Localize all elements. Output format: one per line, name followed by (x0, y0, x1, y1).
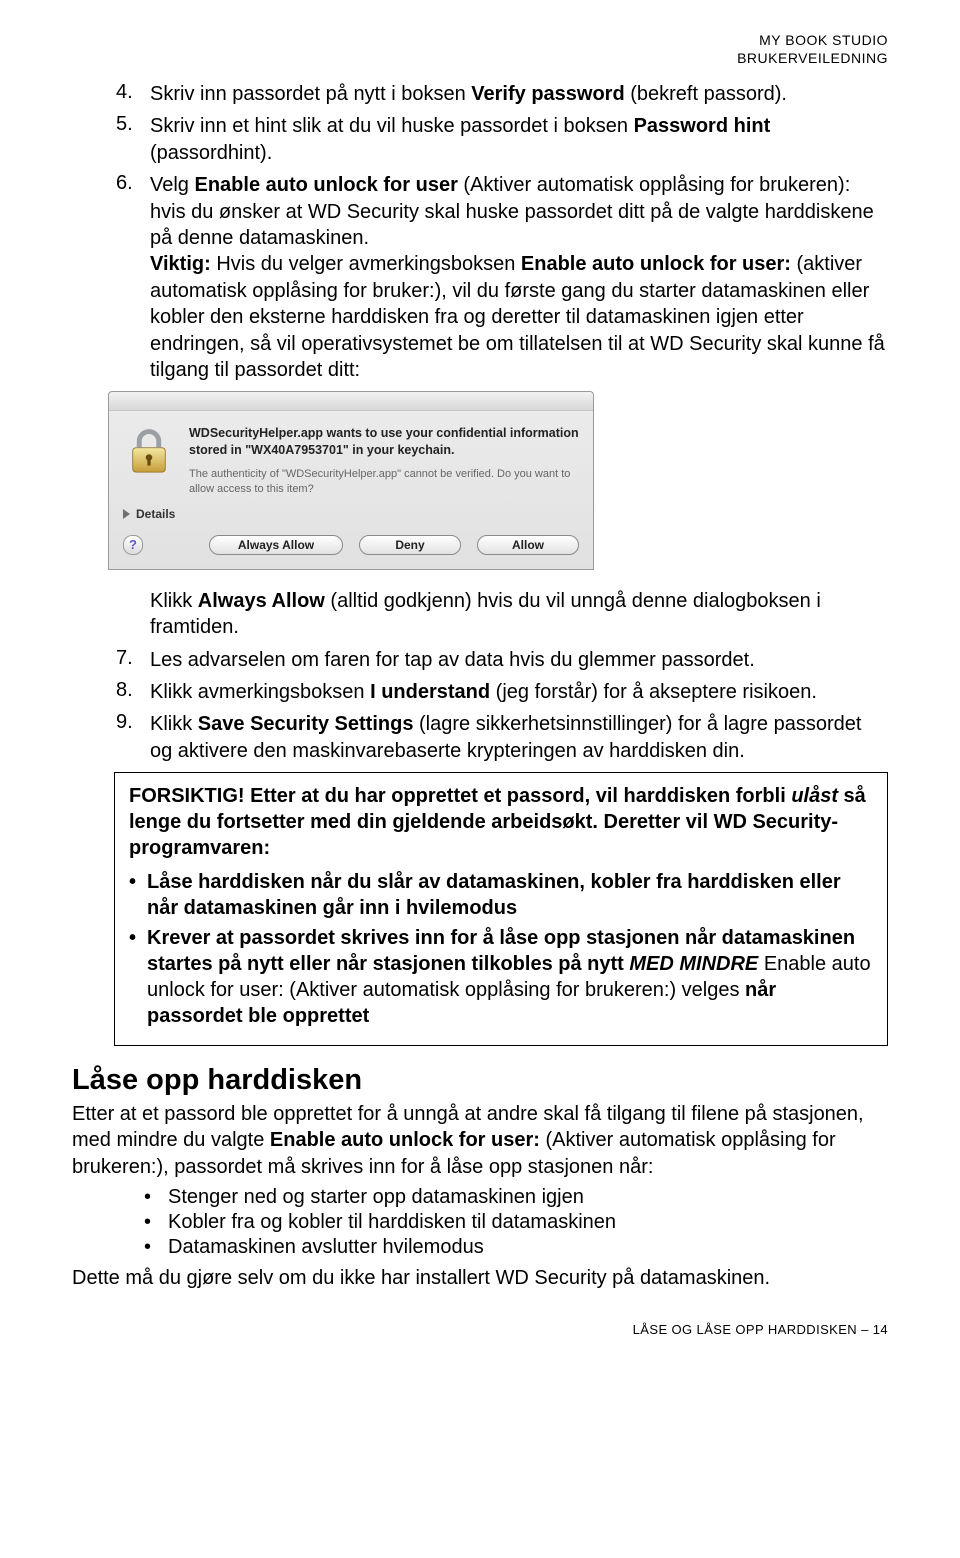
dialog-body: WDSecurityHelper.app wants to use your c… (109, 411, 593, 496)
caution-lead: FORSIKTIG! Etter at du har opprettet et … (129, 783, 873, 861)
step-text: Les advarselen om faren for tap av data … (150, 647, 755, 673)
text-part: Skriv inn et hint slik at du vil huske p… (150, 115, 634, 137)
important-label: Viktig: (150, 253, 211, 275)
bullet-dot: • (144, 1186, 168, 1209)
dialog-subtitle: The authenticity of "WDSecurityHelper.ap… (189, 467, 579, 497)
text-part: Hvis du velger avmerkingsboksen (211, 253, 521, 275)
button-row: Always Allow Deny Allow (209, 535, 579, 555)
deny-button[interactable]: Deny (359, 535, 461, 555)
allow-button[interactable]: Allow (477, 535, 579, 555)
step-8: 8. Klikk avmerkingsboksen I understand (… (116, 679, 888, 705)
step-number: 6. (116, 172, 150, 383)
always-allow-button[interactable]: Always Allow (209, 535, 343, 555)
text-part: Låse harddisken når du slår av datamaski… (147, 871, 841, 919)
dialog-buttons-row: ? Always Allow Deny Allow (109, 535, 593, 569)
bullet-text: Krever at passordet skrives inn for å lå… (147, 925, 873, 1029)
document-page: MY BOOK STUDIO BRUKERVEILEDNING 4. Skriv… (0, 0, 960, 1558)
step-6: 6. Velg Enable auto unlock for user (Akt… (116, 172, 888, 383)
text-part: Skriv inn passordet på nytt i boksen (150, 83, 471, 105)
step-text: Klikk Save Security Settings (lagre sikk… (150, 711, 888, 764)
bullet-dot: • (144, 1211, 168, 1234)
bullet-dot: • (129, 925, 147, 1029)
steps-list: 4. Skriv inn passordet på nytt i boksen … (116, 81, 888, 383)
lock-icon (123, 425, 175, 477)
header-line-2: BRUKERVEILEDNING (72, 50, 888, 68)
bullet-dot: • (129, 869, 147, 921)
document-header: MY BOOK STUDIO BRUKERVEILEDNING (72, 32, 888, 67)
step-text: Velg Enable auto unlock for user (Aktive… (150, 172, 888, 383)
step-number: 8. (116, 679, 150, 705)
text-part: Klikk (150, 713, 198, 735)
keychain-dialog-wrap: WDSecurityHelper.app wants to use your c… (108, 391, 888, 569)
bold-term: Password hint (634, 115, 771, 137)
bullet-text: Datamaskinen avslutter hvilemodus (168, 1236, 484, 1259)
list-item: •Kobler fra og kobler til harddisken til… (144, 1211, 888, 1234)
page-footer: LÅSE OG LÅSE OPP HARDDISKEN – 14 (72, 1322, 888, 1337)
after-dialog-text: Klikk Always Allow (alltid godkjenn) hvi… (150, 588, 888, 641)
section-bullets: •Stenger ned og starter opp datamaskinen… (72, 1186, 888, 1259)
text-part: (bekreft passord). (625, 83, 787, 105)
step-number: 9. (116, 711, 150, 764)
bold-term: Enable auto unlock for user: (521, 253, 791, 275)
step-number: 4. (116, 81, 150, 107)
disclosure-triangle-icon[interactable] (123, 509, 130, 519)
step-7: 7. Les advarselen om faren for tap av da… (116, 647, 888, 673)
caution-bullets: • Låse harddisken når du slår av datamas… (129, 869, 873, 1029)
list-item: •Stenger ned og starter opp datamaskinen… (144, 1186, 888, 1209)
step-9: 9. Klikk Save Security Settings (lagre s… (116, 711, 888, 764)
bold-term: Save Security Settings (198, 713, 414, 735)
caution-box: FORSIKTIG! Etter at du har opprettet et … (114, 772, 888, 1046)
steps-list-cont: 7. Les advarselen om faren for tap av da… (116, 647, 888, 765)
list-item: •Datamaskinen avslutter hvilemodus (144, 1236, 888, 1259)
step-text: Skriv inn passordet på nytt i boksen Ver… (150, 81, 787, 107)
dialog-titlebar (109, 392, 593, 411)
dialog-title: WDSecurityHelper.app wants to use your c… (189, 425, 579, 459)
bullet-text: Kobler fra og kobler til harddisken til … (168, 1211, 616, 1234)
bullet-dot: • (144, 1236, 168, 1259)
caution-bullet-1: • Låse harddisken når du slår av datamas… (129, 869, 873, 921)
step-number: 5. (116, 113, 150, 166)
dialog-lower: Details (109, 497, 593, 535)
caution-bullet-2: • Krever at passordet skrives inn for å … (129, 925, 873, 1029)
step-text: Klikk avmerkingsboksen I understand (jeg… (150, 679, 817, 705)
dialog-message: WDSecurityHelper.app wants to use your c… (189, 425, 579, 496)
help-icon[interactable]: ? (123, 535, 143, 555)
bold-term: Always Allow (198, 590, 325, 612)
bold-term: I understand (370, 681, 490, 703)
details-toggle[interactable]: Details (136, 507, 175, 521)
italic-term: ulåst (791, 785, 838, 807)
step-number: 7. (116, 647, 150, 673)
section-title: Låse opp harddisken (72, 1064, 888, 1097)
text-part: Velg (150, 174, 194, 196)
text-part: Klikk avmerkingsboksen (150, 681, 370, 703)
bullet-text: Stenger ned og starter opp datamaskinen … (168, 1186, 584, 1209)
step-text: Skriv inn et hint slik at du vil huske p… (150, 113, 888, 166)
bullet-text: Låse harddisken når du slår av datamaski… (147, 869, 873, 921)
text-part: Etter at du har opprettet et passord, vi… (245, 785, 792, 807)
header-line-1: MY BOOK STUDIO (72, 32, 888, 50)
caution-label: FORSIKTIG! (129, 785, 245, 807)
keychain-dialog: WDSecurityHelper.app wants to use your c… (108, 391, 594, 569)
text-part: (passordhint). (150, 142, 272, 164)
step-4: 4. Skriv inn passordet på nytt i boksen … (116, 81, 888, 107)
section-outro: Dette må du gjøre selv om du ikke har in… (72, 1265, 888, 1291)
bold-term: Verify password (471, 83, 624, 105)
bold-term: Enable auto unlock for user (194, 174, 457, 196)
bold-term: Enable auto unlock for user: (270, 1129, 540, 1151)
section-intro: Etter at et passord ble opprettet for å … (72, 1101, 888, 1180)
step-5: 5. Skriv inn et hint slik at du vil husk… (116, 113, 888, 166)
text-part: Klikk (150, 590, 198, 612)
italic-term: MED MINDRE (629, 953, 758, 975)
text-part: (jeg forstår) for å akseptere risikoen. (490, 681, 817, 703)
